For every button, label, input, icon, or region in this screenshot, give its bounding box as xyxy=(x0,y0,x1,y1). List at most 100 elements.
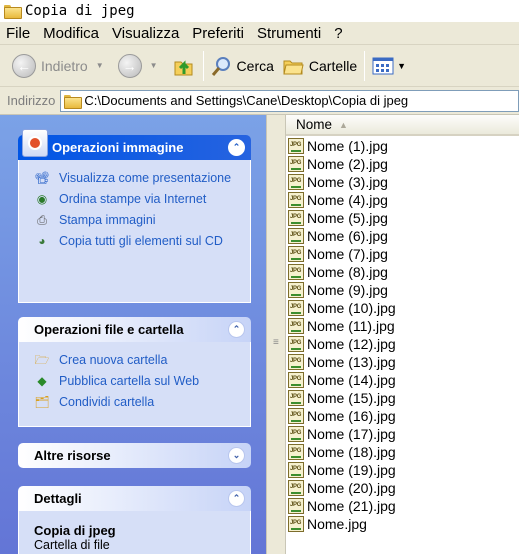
folders-button[interactable]: Cartelle xyxy=(278,49,361,83)
file-item[interactable]: Nome (19).jpg xyxy=(288,461,396,479)
column-header-label: Nome xyxy=(296,117,333,132)
file-item[interactable]: Nome (15).jpg xyxy=(288,389,396,407)
file-item[interactable]: Nome (14).jpg xyxy=(288,371,396,389)
column-header-name[interactable]: Nome ▲ xyxy=(286,115,519,136)
task-share-folder[interactable]: 🗂 Condividi cartella xyxy=(34,394,242,410)
task-slideshow[interactable]: 📽 Visualizza come presentazione xyxy=(34,170,242,186)
picture-tasks-icon xyxy=(22,129,48,157)
up-folder-icon xyxy=(174,59,193,75)
jpg-file-icon xyxy=(288,390,304,406)
jpg-file-icon xyxy=(288,498,304,514)
pane-splitter[interactable]: ≡ xyxy=(266,115,286,554)
other-places-header[interactable]: Altre risorse ⌄ xyxy=(18,443,251,468)
details-title: Dettagli xyxy=(34,491,82,506)
file-item[interactable]: Nome (6).jpg xyxy=(288,227,396,245)
task-copy-cd[interactable]: ◕ Copia tutti gli elementi sul CD xyxy=(34,233,242,249)
file-item[interactable]: Nome (5).jpg xyxy=(288,209,396,227)
details-panel: Dettagli ⌃ Copia di jpeg Cartella di fil… xyxy=(18,486,251,554)
collapse-icon[interactable]: ⌃ xyxy=(228,139,245,156)
views-button[interactable]: ▼ xyxy=(368,49,410,83)
file-name: Nome (12).jpg xyxy=(307,336,396,352)
jpg-file-icon xyxy=(288,174,304,190)
task-new-folder[interactable]: 🗁 Crea nuova cartella xyxy=(34,352,242,368)
window-title: Copia di jpeg xyxy=(25,3,135,19)
task-copy-cd-label: Copia tutti gli elementi sul CD xyxy=(59,234,223,248)
task-order-prints[interactable]: ◉ Ordina stampe via Internet xyxy=(34,191,242,207)
file-name: Nome (13).jpg xyxy=(307,354,396,370)
menu-file[interactable]: File xyxy=(0,25,37,42)
file-item[interactable]: Nome (18).jpg xyxy=(288,443,396,461)
file-item[interactable]: Nome (3).jpg xyxy=(288,173,396,191)
file-item[interactable]: Nome (16).jpg xyxy=(288,407,396,425)
file-item[interactable]: Nome (2).jpg xyxy=(288,155,396,173)
forward-button[interactable]: → ▼ xyxy=(114,49,168,83)
file-item[interactable]: Nome (4).jpg xyxy=(288,191,396,209)
file-tasks-header[interactable]: Operazioni file e cartella ⌃ xyxy=(18,317,251,342)
chevron-down-icon[interactable]: ▼ xyxy=(150,61,158,70)
search-button[interactable]: Cerca xyxy=(207,49,278,83)
expand-icon[interactable]: ⌄ xyxy=(228,447,245,464)
image-tasks-header[interactable]: Operazioni immagine ⌃ xyxy=(18,135,251,160)
task-new-folder-label: Crea nuova cartella xyxy=(59,353,168,367)
file-item[interactable]: Nome (9).jpg xyxy=(288,281,396,299)
address-bar: Indirizzo C:\Documents and Settings\Cane… xyxy=(0,87,519,115)
file-name: Nome (2).jpg xyxy=(307,156,388,172)
jpg-file-icon xyxy=(288,282,304,298)
search-label: Cerca xyxy=(236,57,274,74)
task-print-images-label: Stampa immagini xyxy=(59,213,156,227)
chevron-down-icon: ▼ xyxy=(397,60,407,71)
task-order-prints-label: Ordina stampe via Internet xyxy=(59,192,207,206)
jpg-file-icon xyxy=(288,246,304,262)
details-body: Copia di jpeg Cartella di file xyxy=(18,511,251,554)
file-list: Nome ▲ Nome (1).jpg Nome (2).jpg Nome (3).… xyxy=(286,115,519,554)
task-print-images[interactable]: ⎙ Stampa immagini xyxy=(34,212,242,228)
file-name: Nome (6).jpg xyxy=(307,228,388,244)
back-arrow-icon: ← xyxy=(12,53,36,78)
file-item[interactable]: Nome (11).jpg xyxy=(288,317,396,335)
details-header[interactable]: Dettagli ⌃ xyxy=(18,486,251,511)
back-button[interactable]: ← Indietro ▼ xyxy=(8,49,114,83)
file-item[interactable]: Nome (7).jpg xyxy=(288,245,396,263)
up-folder-button[interactable] xyxy=(168,49,200,83)
file-name: Nome (14).jpg xyxy=(307,372,396,388)
file-item[interactable]: Nome (21).jpg xyxy=(288,497,396,515)
menu-preferiti[interactable]: Preferiti xyxy=(186,25,251,42)
task-pane: Operazioni immagine ⌃ 📽 Visualizza come … xyxy=(0,115,266,554)
image-tasks-panel: Operazioni immagine ⌃ 📽 Visualizza come … xyxy=(18,129,251,303)
chevron-down-icon[interactable]: ▼ xyxy=(96,61,104,70)
file-item[interactable]: Nome (13).jpg xyxy=(288,353,396,371)
jpg-file-icon xyxy=(288,480,304,496)
file-name: Nome (21).jpg xyxy=(307,498,396,514)
address-path: C:\Documents and Settings\Cane\Desktop\C… xyxy=(84,93,409,108)
file-item[interactable]: Nome (17).jpg xyxy=(288,425,396,443)
collapse-icon[interactable]: ⌃ xyxy=(228,321,245,338)
jpg-file-icon xyxy=(288,138,304,154)
file-name: Nome (10).jpg xyxy=(307,300,396,316)
file-item[interactable]: Nome (10).jpg xyxy=(288,299,396,317)
collapse-icon[interactable]: ⌃ xyxy=(228,490,245,507)
folders-label: Cartelle xyxy=(308,57,358,74)
menu-visualizza[interactable]: Visualizza xyxy=(106,25,186,42)
file-item[interactable]: Nome (12).jpg xyxy=(288,335,396,353)
file-name: Nome (11).jpg xyxy=(307,318,395,334)
splitter-grip: ≡ xyxy=(273,337,279,348)
toolbar: ← Indietro ▼ → ▼ Cerca Cartelle ▼ xyxy=(0,45,519,87)
file-item[interactable]: Nome.jpg xyxy=(288,515,396,533)
folders-icon xyxy=(283,60,304,74)
menu-modifica[interactable]: Modifica xyxy=(37,25,106,42)
jpg-file-icon xyxy=(288,372,304,388)
publish-web-icon: ◆ xyxy=(37,374,47,388)
file-name: Nome (18).jpg xyxy=(307,444,396,460)
file-item[interactable]: Nome (20).jpg xyxy=(288,479,396,497)
menu-strumenti[interactable]: Strumenti xyxy=(251,25,328,42)
address-input[interactable]: C:\Documents and Settings\Cane\Desktop\C… xyxy=(60,89,519,112)
title-bar: Copia di jpeg xyxy=(0,0,519,22)
views-icon xyxy=(372,57,394,74)
menu-help[interactable]: ? xyxy=(328,25,349,42)
file-name: Nome (15).jpg xyxy=(307,390,396,406)
other-places-panel: Altre risorse ⌄ xyxy=(18,443,251,468)
image-tasks-title: Operazioni immagine xyxy=(52,140,184,155)
file-item[interactable]: Nome (1).jpg xyxy=(288,137,396,155)
file-item[interactable]: Nome (8).jpg xyxy=(288,263,396,281)
task-publish-web[interactable]: ◆ Pubblica cartella sul Web xyxy=(34,373,242,389)
